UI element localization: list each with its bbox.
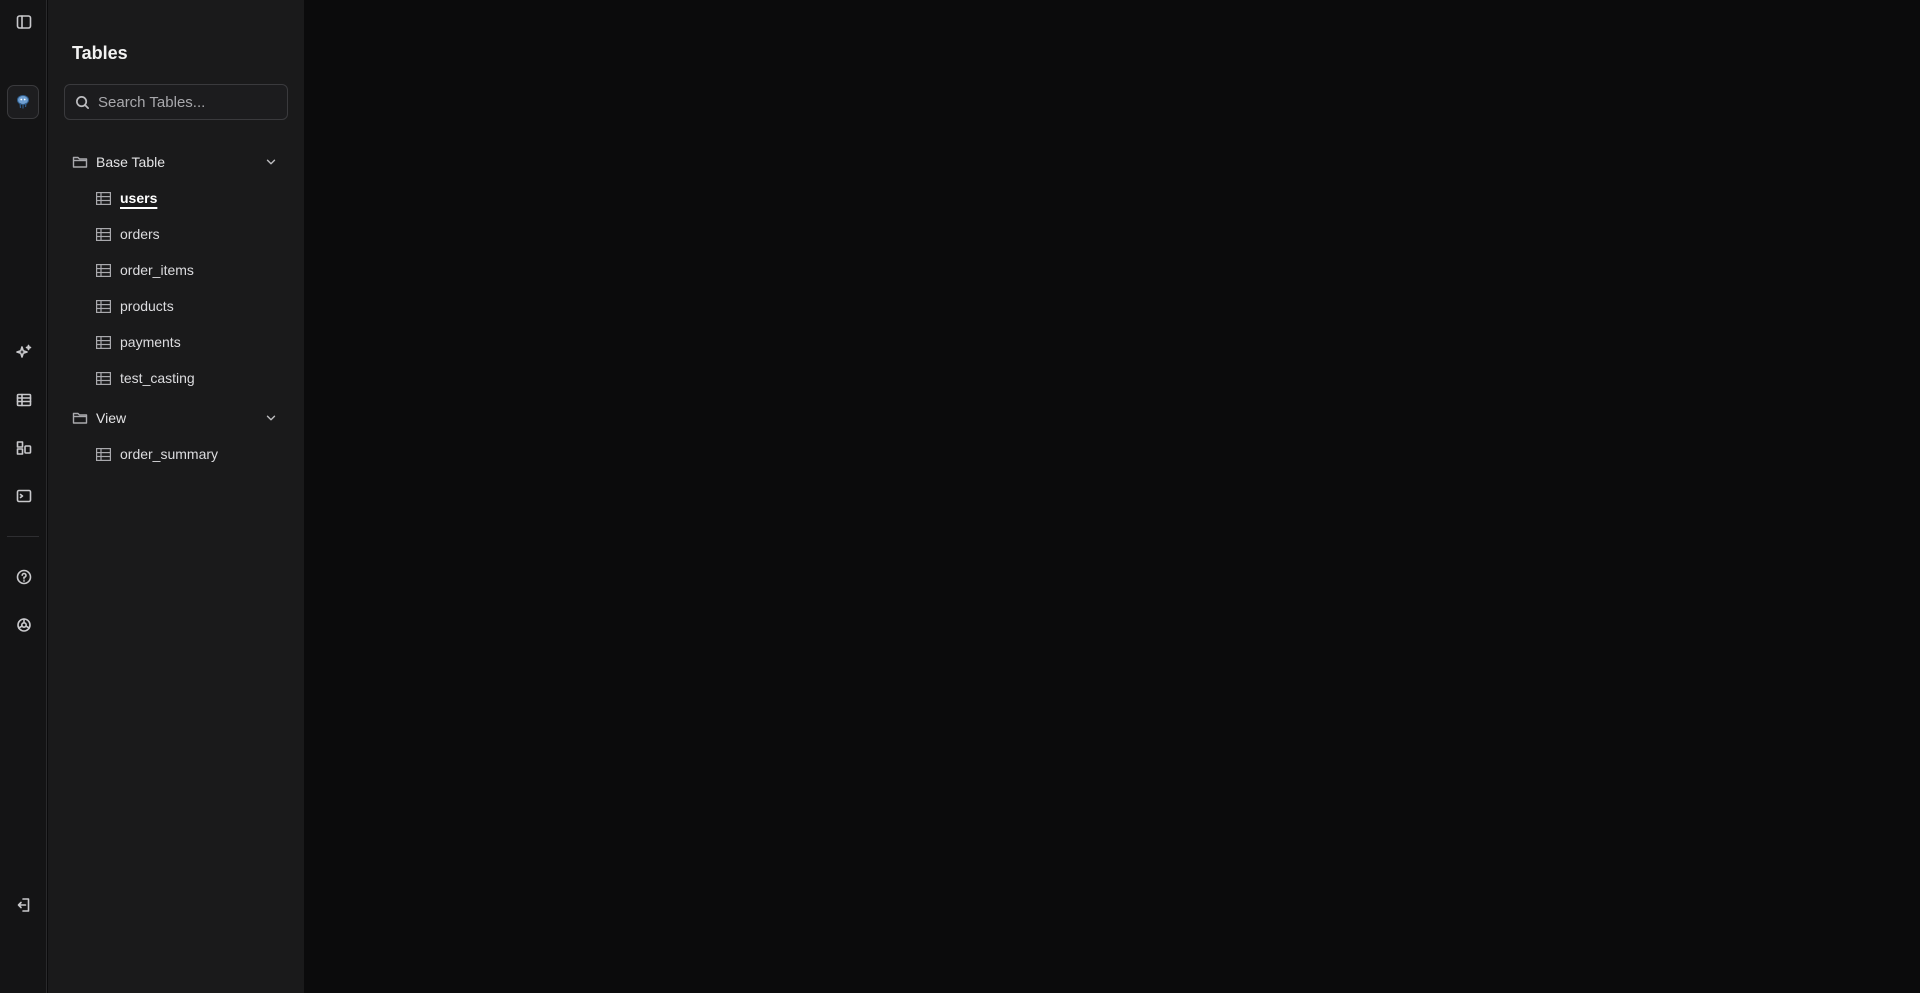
rail-divider [7, 536, 39, 537]
search-box [64, 84, 288, 120]
table-item-orders[interactable]: orders [88, 220, 288, 248]
postgres-database-icon [17, 95, 29, 109]
table-item-label: products [120, 298, 174, 314]
database-connection-button[interactable] [7, 85, 39, 119]
table-item-test-casting[interactable]: test_casting [88, 364, 288, 392]
sidebar-toggle-icon [16, 15, 31, 29]
table-icon [96, 371, 111, 385]
table-item-label: test_casting [120, 370, 195, 386]
table-icon [96, 447, 111, 461]
group-base-table[interactable]: Base Table [64, 148, 288, 176]
table-icon [96, 299, 111, 313]
search-icon [76, 95, 89, 109]
view-item-label: order_summary [120, 446, 219, 462]
folder-icon [72, 156, 88, 168]
help-button[interactable] [0, 562, 47, 592]
logout-icon [17, 898, 29, 912]
table-item-label: order_items [120, 262, 194, 278]
settings-button[interactable] [0, 610, 47, 640]
group-label: Base Table [96, 154, 166, 170]
table-item-products[interactable]: products [88, 292, 288, 320]
icon-rail [0, 0, 47, 993]
settings-icon [16, 618, 31, 632]
folder-icon [72, 412, 88, 424]
shapes-icon [16, 441, 31, 455]
tables-nav-button[interactable] [0, 385, 47, 415]
panel-title: Tables [72, 43, 128, 63]
ai-assistant-button[interactable] [0, 337, 47, 367]
table-item-order-items[interactable]: order_items [88, 256, 288, 284]
sql-console-button[interactable] [0, 481, 47, 511]
group-label: View [96, 410, 127, 426]
table-item-label: payments [120, 334, 181, 350]
table-icon [96, 263, 111, 277]
tables-panel: Tables Base Table users orders order_ite… [48, 0, 304, 993]
logout-button[interactable] [0, 890, 47, 920]
table-item-payments[interactable]: payments [88, 328, 288, 356]
sparkles-icon [15, 344, 31, 358]
group-view[interactable]: View [64, 404, 288, 432]
table-icon [96, 191, 111, 205]
terminal-icon [16, 489, 31, 503]
chevron-down-icon [266, 159, 276, 165]
schema-nav-button[interactable] [0, 433, 47, 463]
table-icon [16, 393, 31, 407]
table-icon [96, 335, 111, 349]
table-item-label: orders [120, 226, 160, 242]
view-item-order-summary[interactable]: order_summary [88, 440, 288, 468]
table-item-label: users [120, 190, 158, 206]
main-content-area [304, 0, 1920, 993]
help-circle-icon [16, 569, 31, 585]
table-icon [96, 227, 111, 241]
search-input[interactable] [98, 93, 278, 111]
table-item-users[interactable]: users [88, 184, 288, 212]
chevron-down-icon [266, 415, 276, 421]
sidebar-toggle-button[interactable] [0, 7, 47, 37]
